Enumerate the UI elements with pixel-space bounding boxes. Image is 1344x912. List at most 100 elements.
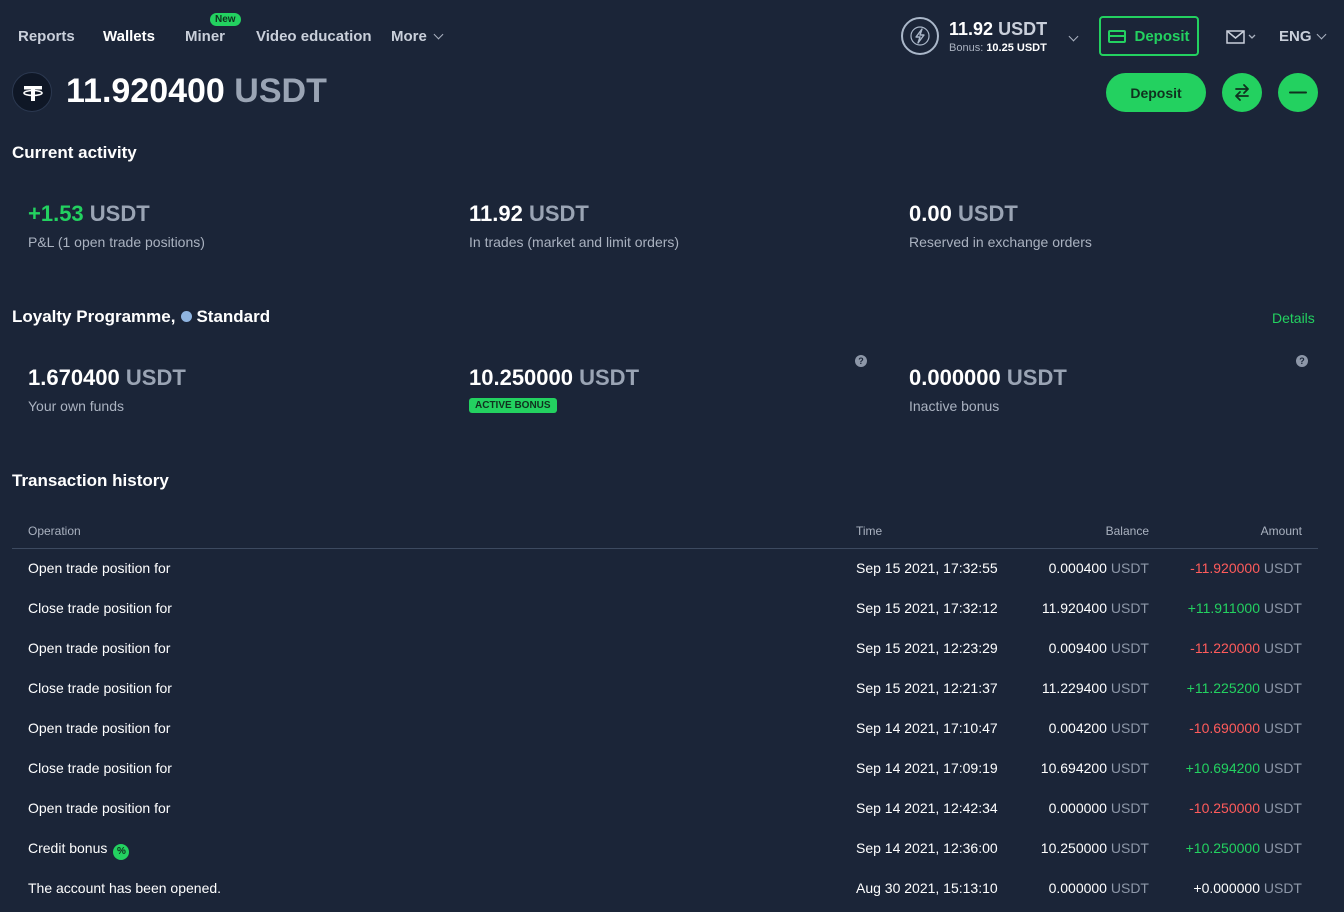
amount-value: -10.250000: [1189, 800, 1260, 816]
table-row[interactable]: Open trade position for Sep 14 2021, 12:4…: [12, 790, 1318, 830]
operation-text: Open trade position for: [28, 560, 171, 576]
balance-currency: USDT: [1110, 720, 1149, 736]
amount-currency: USDT: [1263, 600, 1302, 616]
balance-value: 11.920400: [1041, 600, 1107, 616]
amount-cell: -10.690000 USDT: [1189, 720, 1302, 736]
mail-icon[interactable]: [1226, 30, 1256, 49]
time-cell: Sep 14 2021, 12:42:34: [856, 800, 998, 816]
wallet-balance: 11.920400 USDT: [66, 72, 327, 111]
amount-currency: USDT: [1263, 560, 1302, 576]
account-chevron-down-icon[interactable]: [1068, 31, 1079, 42]
balance-currency: USDT: [1110, 800, 1149, 816]
balance-cell: 11.229400 USDT: [1042, 680, 1149, 696]
balance-cell: 11.920400 USDT: [1042, 600, 1149, 616]
pnl-value: +1.53 USDT: [28, 201, 150, 227]
help-icon[interactable]: ?: [1296, 355, 1308, 367]
account-lightning-icon[interactable]: [901, 17, 939, 55]
balance-cell: 10.250000 USDT: [1041, 840, 1149, 856]
operation-text: The account has been opened.: [28, 880, 222, 896]
loyalty-level-dot-icon: [181, 311, 193, 322]
table-row[interactable]: Credit bonus% Sep 14 2021, 12:36:00 10.250…: [12, 830, 1318, 870]
balance-currency: USDT: [1110, 760, 1149, 776]
active-bonus-amount: 10.250000: [469, 365, 573, 390]
operation-text: Credit bonus: [28, 840, 108, 856]
swap-arrows-icon: [1235, 84, 1249, 101]
account-bonus: Bonus: 10.25 USDT: [949, 42, 1047, 54]
nav-more-label: More: [391, 28, 427, 45]
operation-text: Open trade position for: [28, 720, 171, 736]
withdraw-button[interactable]: [1278, 73, 1318, 112]
operation-cell: Close trade position for: [28, 680, 172, 696]
amount-cell: +10.250000 USDT: [1186, 840, 1302, 856]
nav-video-education[interactable]: Video education: [256, 28, 372, 45]
operation-cell: Open trade position for: [28, 640, 170, 656]
balance-currency: USDT: [1110, 560, 1149, 576]
amount-value: +11.225200: [1186, 680, 1260, 696]
time-cell: Sep 14 2021, 12:36:00: [856, 840, 998, 856]
transfer-button[interactable]: [1222, 73, 1262, 112]
balance-cell: 0.000000 USDT: [1049, 800, 1149, 816]
credit-card-icon: [1108, 29, 1127, 43]
inactive-bonus-label: Inactive bonus: [909, 398, 1000, 414]
table-row[interactable]: Open trade position for Sep 14 2021, 17:1…: [12, 710, 1318, 750]
balance-currency: USDT: [1110, 840, 1149, 856]
table-row[interactable]: Open trade position for Sep 15 2021, 17:3…: [12, 550, 1318, 590]
amount-value: +0.000000: [1193, 880, 1260, 896]
loyalty-details-link[interactable]: Details: [1272, 310, 1315, 326]
account-balance[interactable]: 11.92 USDT: [949, 19, 1047, 40]
operation-cell: Open trade position for: [28, 560, 170, 576]
balance-cell: 0.004200 USDT: [1049, 720, 1149, 736]
new-badge: New: [210, 13, 241, 26]
active-bonus-currency: USDT: [579, 365, 640, 390]
deposit-button[interactable]: Deposit: [1106, 73, 1206, 112]
pnl-label: P&L (1 open trade positions): [28, 234, 205, 250]
nav-wallets[interactable]: Wallets: [103, 28, 155, 45]
pnl-amount: +1.53: [28, 201, 84, 226]
in-trades-amount: 11.92: [469, 201, 523, 226]
amount-currency: USDT: [1263, 720, 1302, 736]
balance-value: 11.229400: [1041, 680, 1107, 696]
operation-cell: Open trade position for: [28, 800, 170, 816]
amount-value: +10.694200: [1185, 760, 1260, 776]
nav-more[interactable]: More: [391, 28, 444, 45]
nav-reports[interactable]: Reports: [18, 28, 75, 45]
time-cell: Sep 15 2021, 12:21:37: [856, 680, 998, 696]
balance-cell: 0.000400 USDT: [1049, 560, 1149, 576]
reserved-currency: USDT: [957, 201, 1018, 226]
header-deposit-label: Deposit: [1134, 27, 1190, 45]
column-operation: Operation: [28, 524, 81, 538]
column-balance: Balance: [1105, 524, 1149, 538]
amount-cell: -11.220000 USDT: [1190, 640, 1302, 656]
table-row[interactable]: Close trade position for Sep 15 2021, 17:…: [12, 590, 1318, 630]
chevron-down-icon: [433, 29, 444, 40]
loyalty-title: Loyalty Programme, Standard: [12, 307, 270, 327]
own-funds-value: 1.670400 USDT: [28, 365, 186, 391]
current-activity-title: Current activity: [12, 143, 137, 162]
amount-currency: USDT: [1263, 880, 1302, 896]
amount-currency: USDT: [1263, 760, 1302, 776]
table-row[interactable]: Close trade position for Sep 14 2021, 17:…: [12, 750, 1318, 790]
column-amount: Amount: [1260, 524, 1302, 538]
own-funds-currency: USDT: [125, 365, 186, 390]
percent-bonus-icon: %: [113, 844, 130, 860]
time-cell: Sep 15 2021, 12:23:29: [856, 640, 998, 656]
wallet-currency: USDT: [234, 72, 327, 110]
nav-miner[interactable]: Miner: [185, 28, 225, 45]
account-currency: USDT: [998, 19, 1048, 39]
time-cell: Sep 14 2021, 17:09:19: [856, 760, 998, 776]
header-deposit-button[interactable]: Deposit: [1099, 16, 1199, 56]
table-row[interactable]: Close trade position for Sep 15 2021, 12:…: [12, 670, 1318, 710]
table-row[interactable]: Open trade position for Sep 15 2021, 12:2…: [12, 630, 1318, 670]
amount-value: -11.920000: [1190, 560, 1260, 576]
amount-cell: +11.911000 USDT: [1188, 600, 1302, 616]
help-icon[interactable]: ?: [855, 355, 867, 367]
operation-cell: Open trade position for: [28, 720, 170, 736]
operation-text: Close trade position for: [28, 680, 172, 696]
balance-currency: USDT: [1110, 880, 1149, 896]
table-row[interactable]: The account has been opened. Aug 30 2021,…: [12, 870, 1318, 910]
time-cell: Sep 15 2021, 17:32:12: [856, 600, 998, 616]
pnl-currency: USDT: [89, 201, 150, 226]
active-bonus-badge: ACTIVE BONUS: [469, 398, 557, 413]
language-selector[interactable]: ENG: [1279, 28, 1326, 45]
balance-value: 10.694200: [1040, 760, 1107, 776]
